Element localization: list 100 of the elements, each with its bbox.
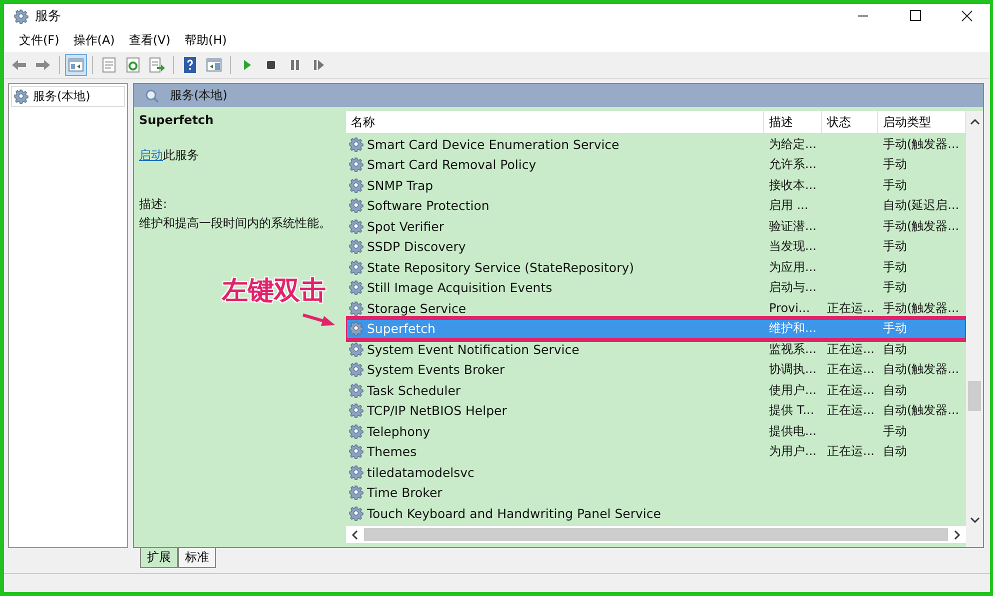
table-cell: 维护和... [769, 320, 816, 338]
menu-item[interactable]: 查看(V) [122, 30, 178, 50]
table-cell: 手动(触发器... [883, 218, 960, 235]
gear-icon [349, 403, 364, 418]
table-cell: SSDP Discovery [367, 239, 466, 254]
table-row[interactable]: Software Protection 启用 ... 自动(延迟启... [346, 196, 966, 216]
table-cell: 允许系... [769, 156, 816, 174]
table-cell: 手动(触发器... [883, 136, 960, 153]
refresh-icon [124, 56, 142, 74]
table-cell: Task Scheduler [367, 382, 461, 398]
table-cell: tiledatamodelsvc [367, 464, 474, 480]
table-cell: 正在运... [827, 443, 874, 460]
table-cell: 正在运... [827, 361, 874, 378]
table-cell: 提供电... [769, 422, 816, 440]
scroll-thumb[interactable] [364, 528, 948, 541]
table-cell: 为应用... [769, 258, 816, 276]
horizontal-scrollbar[interactable] [346, 526, 966, 543]
table-row[interactable]: Smart Card Device Enumeration Service 为给定... 手动(触发器... [346, 134, 966, 154]
table-cell: 为给定... [769, 136, 816, 153]
view-tab[interactable]: 扩展 [140, 548, 178, 568]
table-row[interactable]: Still Image Acquisition Events 启动与... 手动 [346, 278, 966, 298]
annotation-arrow [302, 312, 336, 328]
table-cell: System Event Notification Service [367, 342, 580, 357]
scroll-up-icon [970, 117, 980, 127]
gear-icon [349, 424, 364, 439]
gear-icon [349, 260, 364, 275]
table-row[interactable]: System Events Broker 协调执... 正在运... 自动(触发器... [346, 360, 966, 380]
table-row[interactable]: System Event Notification Service 监视系... 正在运... 自动 [346, 339, 966, 360]
table-row[interactable]: Smart Card Removal Policy 允许系... 手动 [346, 154, 966, 175]
export-icon [148, 56, 166, 74]
table-row[interactable]: Telephony 提供电... 手动 [346, 421, 966, 442]
table-cell: Provi... [769, 301, 810, 316]
tree-button[interactable] [65, 54, 87, 76]
table-cell: Software Protection [367, 198, 490, 214]
table-cell: 正在运... [827, 340, 874, 358]
gear-icon [349, 157, 364, 172]
start-link[interactable]: 启动 [139, 148, 163, 162]
search-icon [144, 88, 160, 104]
table-row[interactable]: Storage Service Provi... 正在运... 手动(触发器... [346, 298, 966, 318]
gear-icon [349, 280, 364, 296]
table-cell: 为用户... [769, 443, 816, 460]
table-cell: 手动 [883, 238, 907, 256]
table-cell: 协调执... [769, 361, 816, 378]
scroll-thumb[interactable] [968, 381, 981, 411]
table-cell: 自动 [883, 443, 907, 460]
menu-item[interactable]: 操作(A) [66, 30, 122, 50]
scroll-right-icon [952, 530, 962, 540]
table-cell: 自动 [883, 340, 907, 358]
app-icon [14, 8, 29, 24]
table-cell: 手动 [883, 320, 907, 338]
table-cell: 手动 [883, 279, 907, 296]
menu-item[interactable]: 文件(F) [12, 30, 66, 50]
table-row[interactable]: tiledatamodelsvc [346, 462, 966, 482]
table-row[interactable]: TCP/IP NetBIOS Helper 提供 T... 正在运... 自动(触发器... [346, 400, 966, 421]
gear-icon [349, 321, 364, 336]
table-row[interactable]: Spot Verifier 验证潜... 手动(触发器... [346, 216, 966, 236]
table-cell: Still Image Acquisition Events [367, 280, 552, 296]
table-cell: Telephony [367, 424, 430, 439]
table-cell: 手动 [883, 422, 907, 440]
gear-icon [349, 218, 364, 234]
menu-item[interactable]: 帮助(H) [177, 30, 234, 50]
table-row[interactable]: SNMP Trap 接收本... 手动 [346, 175, 966, 196]
table-cell: 使用户... [769, 382, 816, 399]
table-cell: 验证潜... [769, 218, 816, 235]
vertical-scrollbar[interactable] [966, 111, 983, 547]
window-icon [67, 56, 85, 74]
gear-icon [349, 444, 364, 460]
table-cell: 接收本... [769, 176, 816, 194]
maximize-icon [909, 10, 921, 22]
table-row[interactable]: Touch Keyboard and Handwriting Panel Service [346, 503, 966, 524]
description-text: 维护和提高一段时间内的系统性能。 [139, 215, 332, 232]
table-cell: 正在运... [827, 300, 874, 317]
gear-icon [349, 178, 364, 193]
table-cell: 自动(触发器... [883, 402, 960, 420]
table-cell: 监视系... [769, 340, 816, 358]
table-cell: State Repository Service (StateRepository) [367, 260, 634, 275]
table-cell: 当发现... [769, 238, 816, 256]
table-cell: TCP/IP NetBIOS Helper [367, 403, 507, 418]
table-cell: 手动 [883, 176, 907, 194]
table-cell: Storage Service [367, 300, 466, 316]
service-name: Superfetch [139, 113, 215, 127]
table-cell: 自动(触发器... [883, 361, 960, 378]
gear-icon [349, 239, 364, 254]
table-row[interactable]: SSDP Discovery 当发现... 手动 [346, 236, 966, 257]
gear-icon [349, 464, 364, 480]
gear-icon [349, 485, 364, 500]
table-cell: 手动 [883, 156, 907, 174]
gear-icon [349, 198, 364, 214]
table-row[interactable]: State Repository Service (StateRepository) 为应用... 手动 [346, 257, 966, 278]
table-cell: System Events Broker [367, 362, 505, 378]
table-row[interactable]: Themes 为用户... 正在运... 自动 [346, 442, 966, 462]
view-tab[interactable]: 标准 [178, 548, 216, 568]
table-cell: SNMP Trap [367, 178, 434, 193]
scroll-down-icon [970, 515, 980, 525]
gear-icon [349, 382, 364, 398]
scroll-left-icon [350, 530, 360, 540]
table-cell: 自动 [883, 382, 907, 399]
table-row[interactable]: Time Broker [346, 482, 966, 503]
table-row[interactable]: Task Scheduler 使用户... 正在运... 自动 [346, 380, 966, 400]
action-text: 此服务 [163, 148, 199, 162]
